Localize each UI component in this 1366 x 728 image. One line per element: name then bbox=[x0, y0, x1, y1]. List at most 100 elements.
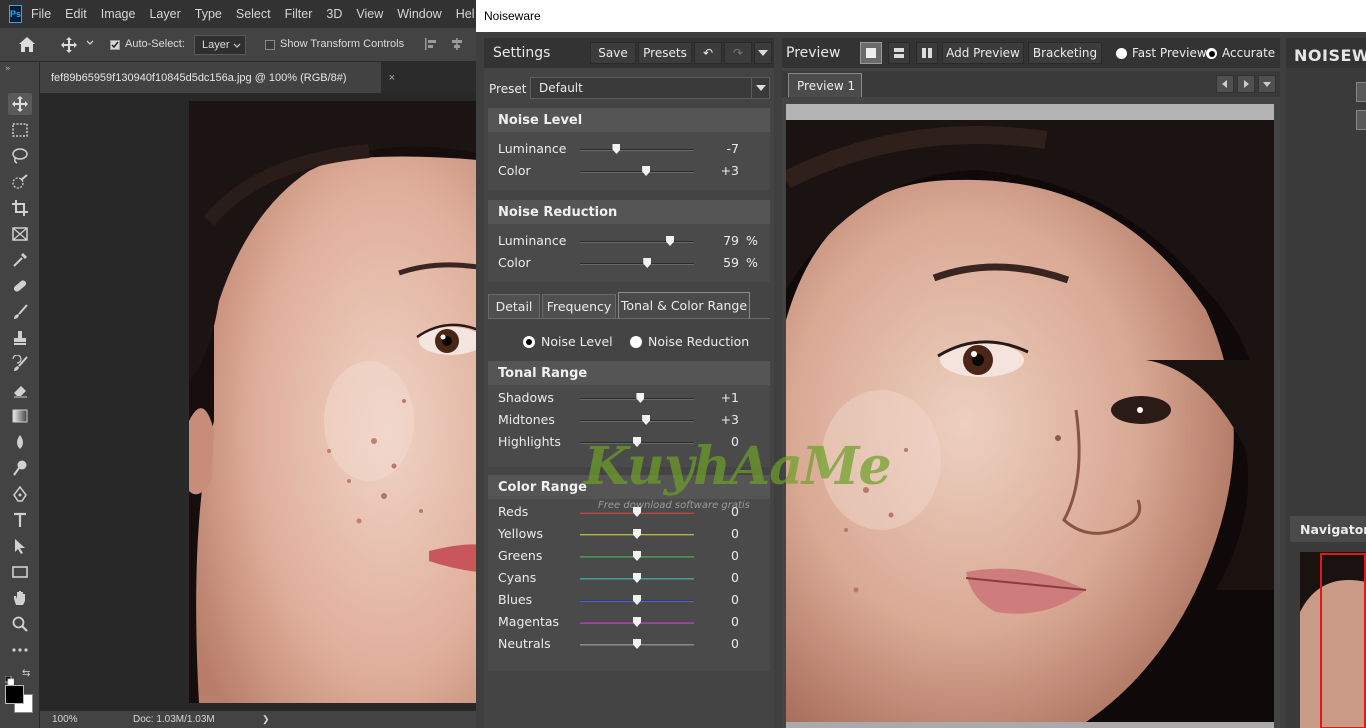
menu-layer[interactable]: Layer bbox=[149, 7, 180, 21]
slider-thumb[interactable] bbox=[642, 166, 651, 176]
luminance-reduction-slider[interactable] bbox=[580, 236, 694, 246]
color-level-slider[interactable] bbox=[580, 166, 694, 176]
greens-slider[interactable] bbox=[580, 551, 694, 561]
preset-dropdown[interactable]: Default bbox=[530, 77, 770, 99]
zoom-level[interactable]: 100% bbox=[52, 714, 78, 725]
status-arrow-icon[interactable]: ❯ bbox=[262, 714, 270, 725]
slider-thumb[interactable] bbox=[633, 573, 641, 583]
slider-thumb[interactable] bbox=[633, 639, 641, 649]
stamp-tool-icon[interactable] bbox=[8, 327, 32, 349]
slider-thumb[interactable] bbox=[633, 437, 641, 447]
slider-thumb[interactable] bbox=[636, 393, 645, 403]
tab-preview-1[interactable]: Preview 1 bbox=[788, 73, 862, 97]
lasso-tool-icon[interactable] bbox=[8, 145, 32, 167]
close-icon[interactable]: × bbox=[389, 72, 395, 84]
document-tab[interactable]: fef89b65959f130940f10845d5dc156a.jpg @ 1… bbox=[40, 62, 395, 93]
menu-file[interactable]: File bbox=[31, 7, 51, 21]
blur-tool-icon[interactable] bbox=[8, 431, 32, 453]
luminance-level-slider[interactable] bbox=[580, 144, 694, 154]
align-center-icon[interactable] bbox=[450, 37, 464, 54]
move-tool-icon[interactable] bbox=[60, 36, 78, 57]
photoshop-canvas-area[interactable] bbox=[40, 93, 476, 711]
menu-edit[interactable]: Edit bbox=[65, 7, 87, 21]
slider-thumb[interactable] bbox=[633, 617, 641, 627]
menu-3d[interactable]: 3D bbox=[326, 7, 342, 21]
next-tab-button[interactable] bbox=[1237, 75, 1255, 93]
menu-select[interactable]: Select bbox=[236, 7, 271, 21]
right-tool-button[interactable] bbox=[1356, 82, 1366, 102]
presets-button[interactable]: Presets bbox=[638, 42, 692, 64]
cyans-slider[interactable] bbox=[580, 573, 694, 583]
slider-thumb[interactable] bbox=[633, 529, 641, 539]
zoom-tool-icon[interactable] bbox=[8, 613, 32, 635]
noise-reduction-radio[interactable]: Noise Reduction bbox=[630, 334, 749, 349]
preview-image[interactable] bbox=[786, 120, 1274, 722]
midtones-slider[interactable] bbox=[580, 415, 694, 425]
tab-tonal-color-range[interactable]: Tonal & Color Range bbox=[618, 292, 750, 318]
menu-type[interactable]: Type bbox=[195, 7, 222, 21]
accurate-radio[interactable]: Accurate bbox=[1206, 46, 1275, 60]
type-tool-icon[interactable] bbox=[8, 509, 32, 531]
neutrals-slider[interactable] bbox=[580, 639, 694, 649]
noise-level-radio[interactable]: Noise Level bbox=[523, 334, 613, 349]
bracketing-button[interactable]: Bracketing bbox=[1028, 42, 1102, 64]
document-image[interactable] bbox=[189, 101, 476, 703]
fast-preview-radio[interactable]: Fast Preview bbox=[1116, 46, 1207, 60]
layer-select[interactable]: Layer bbox=[194, 35, 246, 55]
shadows-slider[interactable] bbox=[580, 393, 694, 403]
navigator-thumbnail[interactable] bbox=[1300, 552, 1366, 728]
healing-brush-tool-icon[interactable] bbox=[8, 275, 32, 297]
default-colors-icon[interactable] bbox=[4, 670, 15, 686]
marquee-tool-icon[interactable] bbox=[8, 119, 32, 141]
background-color-swatch[interactable] bbox=[5, 685, 24, 704]
slider-thumb[interactable] bbox=[633, 507, 641, 517]
blues-slider[interactable] bbox=[580, 595, 694, 605]
slider-thumb[interactable] bbox=[633, 551, 641, 561]
reds-slider[interactable] bbox=[580, 507, 694, 517]
color-reduction-slider[interactable] bbox=[580, 258, 694, 268]
menu-image[interactable]: Image bbox=[101, 7, 136, 21]
brush-tool-icon[interactable] bbox=[8, 301, 32, 323]
highlights-slider[interactable] bbox=[580, 437, 694, 447]
slider-thumb[interactable] bbox=[633, 595, 641, 605]
show-transform-checkbox[interactable] bbox=[265, 40, 275, 50]
rectangle-tool-icon[interactable] bbox=[8, 561, 32, 583]
menu-help[interactable]: Hel bbox=[456, 7, 475, 21]
menu-window[interactable]: Window bbox=[397, 7, 441, 21]
preview-scroll-strip[interactable] bbox=[786, 104, 1274, 120]
menu-view[interactable]: View bbox=[356, 7, 383, 21]
menu-filter[interactable]: Filter bbox=[285, 7, 313, 21]
frame-tool-icon[interactable] bbox=[8, 223, 32, 245]
align-left-icon[interactable] bbox=[424, 37, 438, 54]
tab-frequency[interactable]: Frequency bbox=[542, 294, 616, 318]
prev-tab-button[interactable] bbox=[1216, 75, 1234, 93]
quick-select-tool-icon[interactable] bbox=[8, 171, 32, 193]
eraser-tool-icon[interactable] bbox=[8, 379, 32, 401]
right-tool-button[interactable] bbox=[1356, 110, 1366, 130]
save-button[interactable]: Save bbox=[590, 42, 636, 64]
swap-colors-icon[interactable]: ⇆ bbox=[22, 668, 30, 679]
gradient-tool-icon[interactable] bbox=[8, 405, 32, 427]
home-icon[interactable] bbox=[18, 36, 36, 56]
path-select-tool-icon[interactable] bbox=[8, 535, 32, 557]
collapse-icon[interactable]: » bbox=[5, 64, 11, 74]
move-tool-icon[interactable] bbox=[8, 93, 32, 115]
tab-detail[interactable]: Detail bbox=[488, 294, 540, 318]
slider-thumb[interactable] bbox=[612, 144, 621, 154]
auto-select-checkbox[interactable] bbox=[110, 40, 120, 50]
crop-tool-icon[interactable] bbox=[8, 197, 32, 219]
magentas-slider[interactable] bbox=[580, 617, 694, 627]
redo-button[interactable]: ↷ bbox=[724, 42, 752, 64]
settings-menu-button[interactable] bbox=[754, 42, 772, 64]
split-vertical-button[interactable] bbox=[916, 42, 938, 64]
split-horizontal-button[interactable] bbox=[888, 42, 910, 64]
slider-thumb[interactable] bbox=[643, 258, 652, 268]
history-brush-tool-icon[interactable] bbox=[8, 353, 32, 375]
slider-thumb[interactable] bbox=[666, 236, 675, 246]
eyedropper-tool-icon[interactable] bbox=[8, 249, 32, 271]
slider-thumb[interactable] bbox=[642, 415, 651, 425]
hand-tool-icon[interactable] bbox=[8, 587, 32, 609]
tab-menu-button[interactable] bbox=[1258, 75, 1276, 93]
chevron-down-icon[interactable] bbox=[86, 38, 94, 51]
yellows-slider[interactable] bbox=[580, 529, 694, 539]
